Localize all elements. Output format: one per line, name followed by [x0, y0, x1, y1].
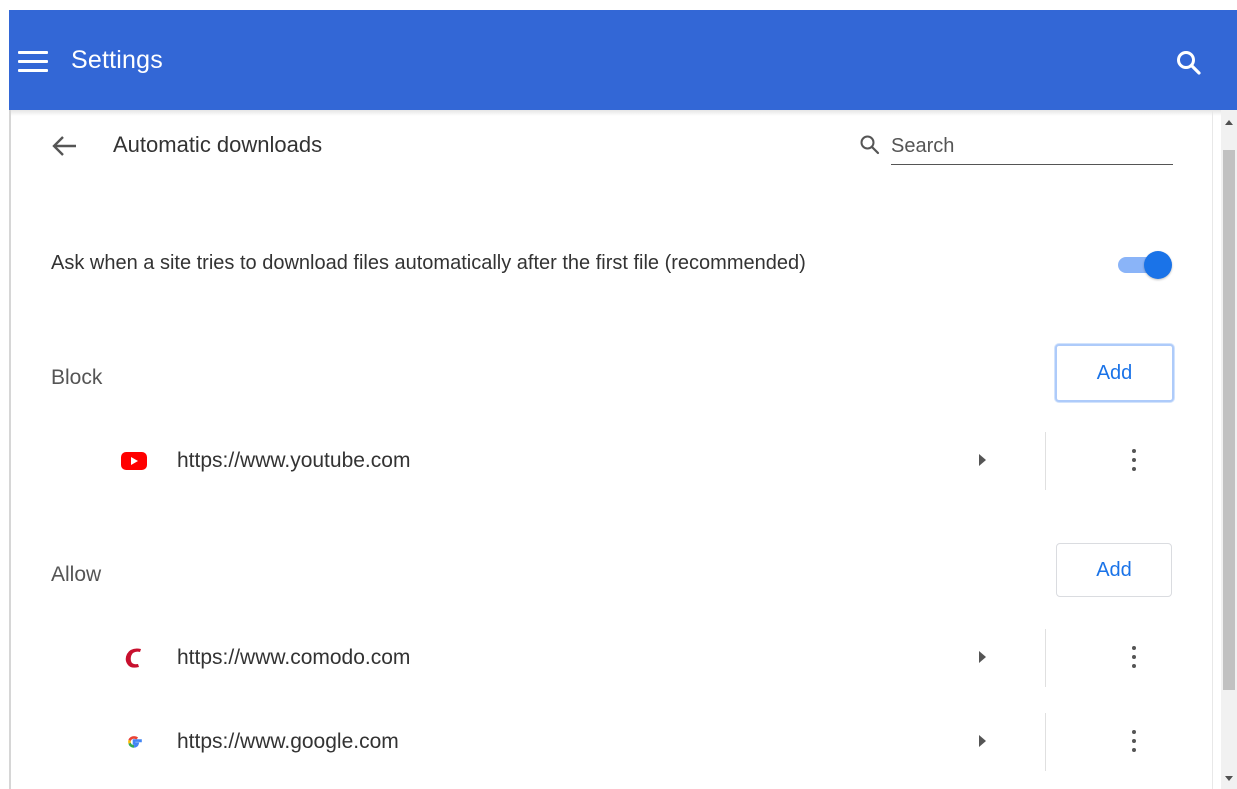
site-row-allow-google[interactable]: https://www.google.com — [0, 713, 1210, 771]
back-arrow-icon[interactable] — [50, 133, 78, 159]
site-row-allow-comodo[interactable]: https://www.comodo.com — [0, 629, 1210, 687]
search-input[interactable] — [891, 128, 1173, 165]
header-title: Settings — [71, 46, 163, 74]
site-url: https://www.youtube.com — [177, 449, 411, 472]
scroll-up-arrow-icon[interactable] — [1225, 120, 1233, 125]
content-right-border — [1212, 110, 1213, 789]
site-url: https://www.comodo.com — [177, 646, 411, 669]
row-divider — [1045, 713, 1046, 771]
allow-add-button[interactable]: Add — [1056, 543, 1172, 597]
youtube-icon — [120, 449, 148, 473]
site-row-block-youtube[interactable]: https://www.youtube.com — [0, 432, 1210, 490]
row-divider — [1045, 629, 1046, 687]
expand-arrow-icon[interactable] — [979, 735, 986, 747]
settings-header: Settings — [9, 10, 1237, 110]
ask-setting-label: Ask when a site tries to download files … — [51, 252, 806, 274]
page-title: Automatic downloads — [113, 132, 323, 157]
more-actions-icon[interactable] — [1122, 728, 1146, 756]
hamburger-menu-icon[interactable] — [18, 51, 48, 73]
more-actions-icon[interactable] — [1122, 644, 1146, 672]
scrollbar-thumb[interactable] — [1223, 150, 1235, 690]
page-search-icon — [859, 134, 881, 156]
window-top-strip — [0, 0, 1237, 10]
search-icon[interactable] — [1174, 48, 1204, 78]
google-icon — [120, 730, 148, 754]
vertical-scrollbar[interactable] — [1221, 110, 1237, 789]
block-add-button[interactable]: Add — [1055, 344, 1174, 402]
allow-section-label: Allow — [51, 563, 102, 586]
toggle-knob — [1144, 251, 1172, 279]
expand-arrow-icon[interactable] — [979, 454, 986, 466]
expand-arrow-icon[interactable] — [979, 651, 986, 663]
comodo-icon — [120, 646, 148, 670]
site-url: https://www.google.com — [177, 730, 399, 753]
block-section-label: Block — [51, 366, 103, 389]
ask-setting-toggle[interactable] — [1118, 251, 1174, 279]
page-search-field — [857, 128, 1173, 166]
scroll-down-arrow-icon[interactable] — [1225, 776, 1233, 781]
more-actions-icon[interactable] — [1122, 447, 1146, 475]
row-divider — [1045, 432, 1046, 490]
header-shadow — [11, 110, 1221, 116]
